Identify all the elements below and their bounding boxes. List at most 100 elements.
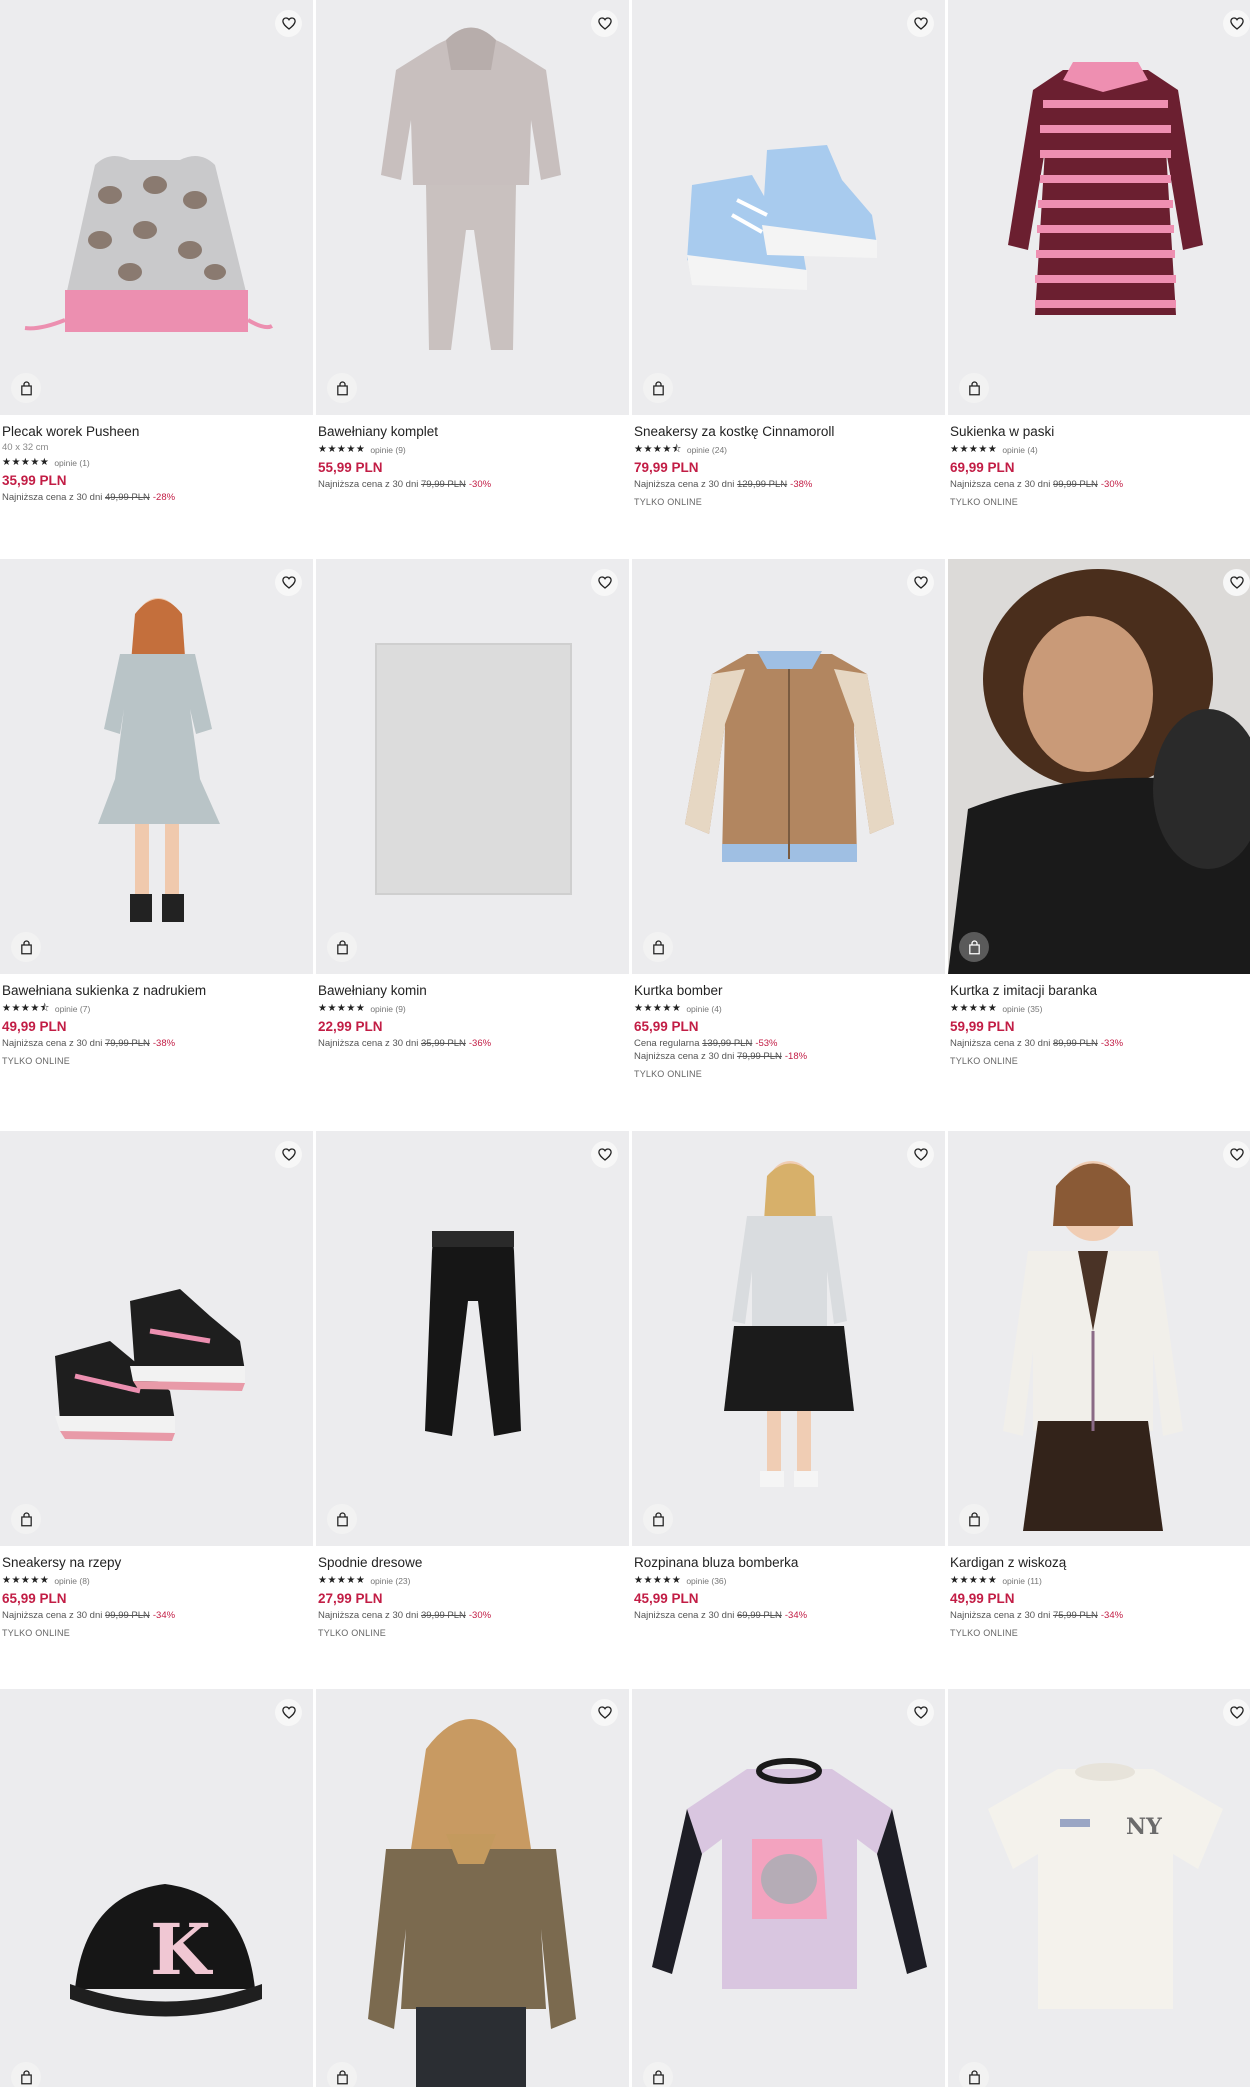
product-name[interactable]: Bawełniany komin	[318, 982, 623, 1000]
product-image[interactable]	[316, 1689, 629, 2087]
shopping-bag-icon	[20, 2069, 32, 2084]
product-rating[interactable]: ★★★★⯪ opinie (24)	[634, 442, 939, 457]
add-to-cart-button[interactable]	[959, 932, 989, 962]
lowest-price-old: 49,99 PLN	[104, 492, 150, 503]
product-rating[interactable]: ★★★★★ opinie (8)	[2, 1573, 307, 1588]
lowest-price-30-days: Najniższa cena z 30 dni 79,99 PLN -30%	[318, 478, 623, 491]
add-to-wishlist-button[interactable]	[275, 10, 302, 37]
product-name[interactable]: Spodnie dresowe	[318, 1554, 623, 1572]
product-rating[interactable]: ★★★★★ opinie (4)	[634, 1001, 939, 1016]
rating-stars: ★★★★★	[2, 1574, 50, 1586]
product-image[interactable]	[0, 0, 313, 415]
product-name[interactable]: Sneakersy za kostkę Cinnamoroll	[634, 423, 939, 441]
add-to-cart-button[interactable]	[11, 932, 41, 962]
product-name[interactable]: Kurtka z imitacji baranka	[950, 982, 1250, 1000]
product-image[interactable]	[948, 0, 1250, 415]
add-to-cart-button[interactable]	[11, 1504, 41, 1534]
product-rating[interactable]: ★★★★★ opinie (9)	[318, 1001, 623, 1016]
product-image[interactable]	[316, 559, 629, 974]
product-image[interactable]: K	[0, 1689, 313, 2087]
review-count: opinie (35)	[1002, 1003, 1043, 1014]
product-rating[interactable]: ★★★★★ opinie (23)	[318, 1573, 623, 1588]
product-name[interactable]: Kurtka bomber	[634, 982, 939, 1000]
product-rating[interactable]: ★★★★★ opinie (1)	[2, 455, 307, 470]
product-price: 22,99 PLN	[318, 1019, 383, 1034]
shopping-bag-icon	[968, 380, 980, 395]
add-to-wishlist-button[interactable]	[907, 1699, 934, 1726]
product-name[interactable]: Rozpinana bluza bomberka	[634, 1554, 939, 1572]
add-to-cart-button[interactable]	[643, 373, 673, 403]
regular-price-label: Cena regularna	[634, 1038, 700, 1049]
add-to-wishlist-button[interactable]	[275, 569, 302, 596]
add-to-wishlist-button[interactable]	[1223, 1699, 1250, 1726]
add-to-cart-button[interactable]	[959, 1504, 989, 1534]
add-to-wishlist-button[interactable]	[591, 1699, 618, 1726]
product-price: 49,99 PLN	[950, 1591, 1015, 1606]
product-image[interactable]	[632, 1689, 945, 2087]
product-image[interactable]	[948, 1131, 1250, 1546]
add-to-cart-button[interactable]	[327, 1504, 357, 1534]
product-rating[interactable]: ★★★★★ opinie (11)	[950, 1573, 1250, 1588]
heart-icon	[597, 1148, 612, 1161]
add-to-cart-button[interactable]	[327, 2062, 357, 2087]
product-name[interactable]: Sneakersy na rzepy	[2, 1554, 307, 1572]
shopping-bag-icon	[968, 1511, 980, 1526]
product-info: Bawełniany komplet ★★★★★ opinie (9) 55,9…	[318, 423, 623, 491]
online-only-badge: TYLKO ONLINE	[950, 1628, 1018, 1638]
add-to-wishlist-button[interactable]	[275, 1141, 302, 1168]
product-photo	[1008, 62, 1203, 315]
add-to-wishlist-button[interactable]	[1223, 10, 1250, 37]
product-rating[interactable]: ★★★★★ opinie (9)	[318, 442, 623, 457]
add-to-wishlist-button[interactable]	[1223, 569, 1250, 596]
product-image[interactable]	[632, 1131, 945, 1546]
product-image[interactable]	[632, 0, 945, 415]
regular-price-old: 139,99 PLN	[702, 1038, 753, 1049]
add-to-cart-button[interactable]	[959, 373, 989, 403]
add-to-wishlist-button[interactable]	[907, 569, 934, 596]
product-image[interactable]	[0, 1131, 313, 1546]
product-image[interactable]	[0, 559, 313, 974]
lowest-price-discount: -34%	[784, 1610, 808, 1621]
product-name[interactable]: Plecak worek Pusheen	[2, 423, 307, 441]
add-to-cart-button[interactable]	[327, 932, 357, 962]
add-to-wishlist-button[interactable]	[275, 1699, 302, 1726]
product-name[interactable]: Sukienka w paski	[950, 423, 1250, 441]
add-to-cart-button[interactable]	[11, 373, 41, 403]
lowest-price-30-days: Najniższa cena z 30 dni 35,99 PLN -36%	[318, 1037, 623, 1050]
product-image[interactable]	[316, 0, 629, 415]
lowest-price-old: 79,99 PLN	[736, 1051, 782, 1062]
add-to-wishlist-button[interactable]	[591, 569, 618, 596]
heart-icon	[1229, 17, 1244, 30]
add-to-cart-button[interactable]	[643, 932, 673, 962]
add-to-wishlist-button[interactable]	[907, 10, 934, 37]
product-image[interactable]	[632, 559, 945, 974]
product-name[interactable]: Bawełniany komplet	[318, 423, 623, 441]
lowest-price-label: Najniższa cena z 30 dni	[634, 1051, 735, 1062]
online-only-badge: TYLKO ONLINE	[634, 1069, 702, 1079]
product-name[interactable]: Bawełniana sukienka z nadrukiem	[2, 982, 307, 1000]
product-photo	[55, 1289, 245, 1441]
product-rating[interactable]: ★★★★★ opinie (36)	[634, 1573, 939, 1588]
lowest-price-discount: -30%	[468, 1610, 492, 1621]
add-to-wishlist-button[interactable]	[591, 1141, 618, 1168]
online-only-badge: TYLKO ONLINE	[2, 1056, 70, 1066]
add-to-cart-button[interactable]	[327, 373, 357, 403]
product-rating[interactable]: ★★★★★ opinie (4)	[950, 442, 1250, 457]
product-name[interactable]: Kardigan z wiskozą	[950, 1554, 1250, 1572]
lowest-price-label: Najniższa cena z 30 dni	[634, 1610, 735, 1621]
product-rating[interactable]: ★★★★⯪ opinie (7)	[2, 1001, 307, 1016]
add-to-cart-button[interactable]	[11, 2062, 41, 2087]
rating-stars: ★★★★⯪	[634, 443, 682, 455]
online-only-badge: TYLKO ONLINE	[950, 1056, 1018, 1066]
add-to-cart-button[interactable]	[959, 2062, 989, 2087]
product-image[interactable]	[316, 1131, 629, 1546]
add-to-wishlist-button[interactable]	[907, 1141, 934, 1168]
add-to-wishlist-button[interactable]	[1223, 1141, 1250, 1168]
add-to-cart-button[interactable]	[643, 1504, 673, 1534]
product-image[interactable]: NY	[948, 1689, 1250, 2087]
add-to-cart-button[interactable]	[643, 2062, 673, 2087]
add-to-wishlist-button[interactable]	[591, 10, 618, 37]
product-image[interactable]	[948, 559, 1250, 974]
lowest-price-old: 79,99 PLN	[104, 1038, 150, 1049]
product-rating[interactable]: ★★★★★ opinie (35)	[950, 1001, 1250, 1016]
